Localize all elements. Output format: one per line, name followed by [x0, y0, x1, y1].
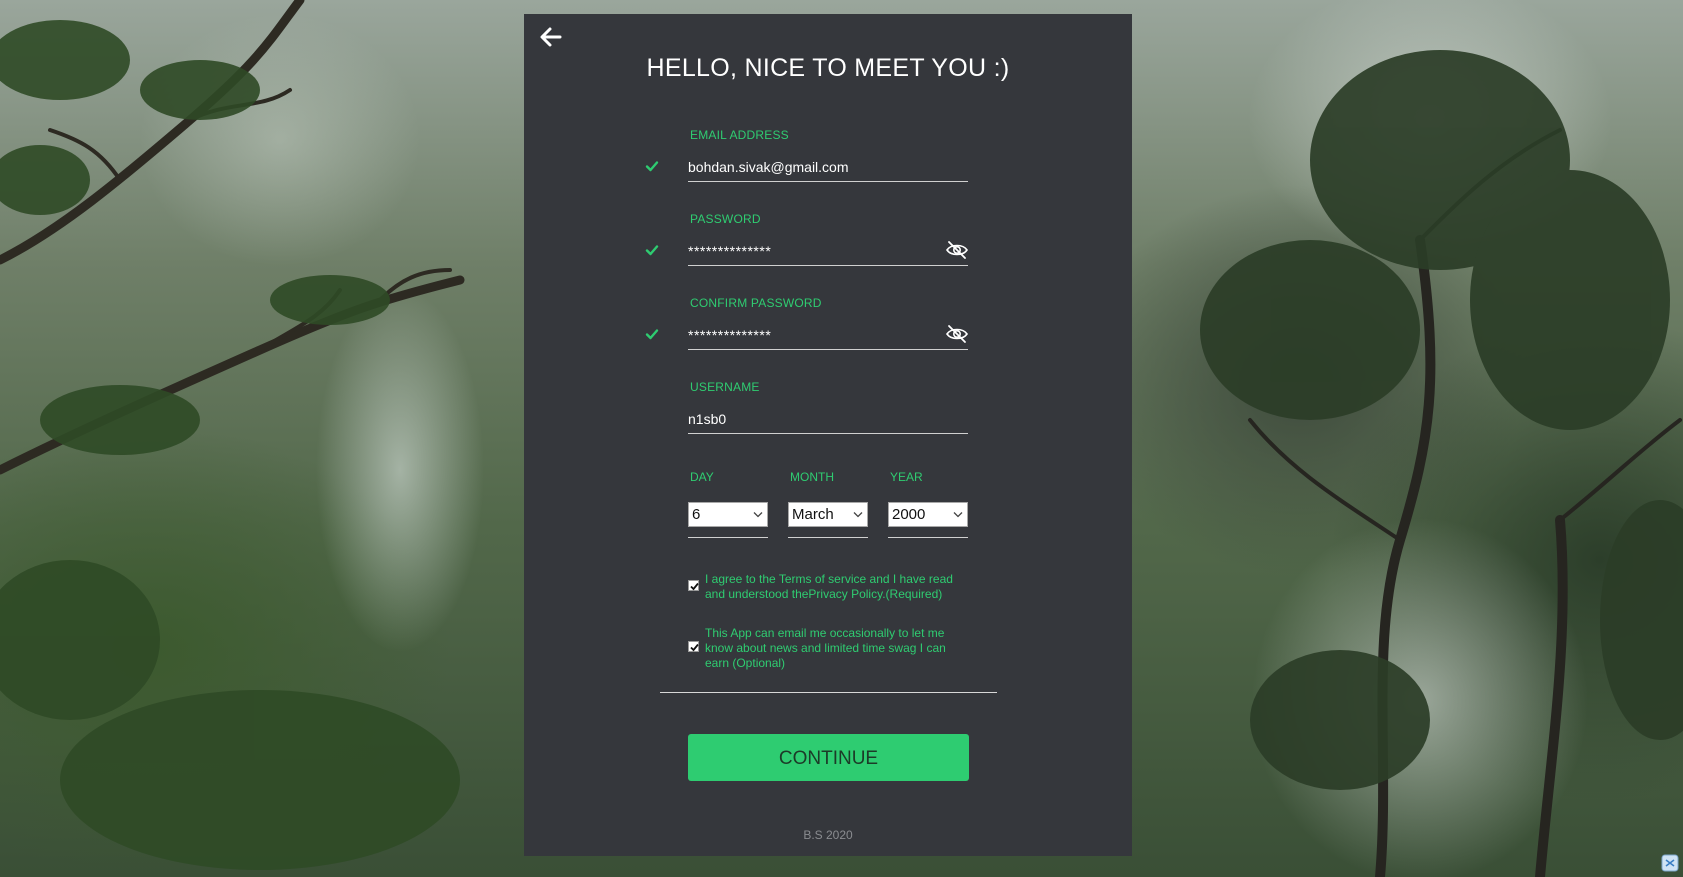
signup-panel: HELLO, NICE TO MEET YOU :) EMAIL ADDRESS… [524, 14, 1132, 856]
password-field[interactable] [688, 236, 968, 266]
confirm-password-label: CONFIRM PASSWORD [690, 296, 822, 310]
year-label: YEAR [890, 470, 923, 484]
day-label: DAY [690, 470, 714, 484]
year-select[interactable]: 2000 [888, 502, 968, 527]
chevron-down-icon [953, 512, 963, 518]
continue-button[interactable]: CONTINUE [688, 734, 969, 781]
chevron-down-icon [753, 512, 763, 518]
checkmark-icon [690, 582, 699, 591]
password-check-icon [645, 245, 659, 256]
terms-text: I agree to the Terms of service and I ha… [705, 572, 970, 602]
month-select-value: March [792, 506, 834, 523]
back-button[interactable] [538, 24, 564, 50]
email-opt-in-text: This App can email me occasionally to le… [705, 626, 970, 671]
day-select-value: 6 [692, 506, 701, 523]
confirm-password-check-icon [645, 329, 659, 340]
username-field[interactable] [688, 404, 968, 434]
confirm-password-field[interactable] [688, 320, 968, 350]
day-select-wrapper: 6 [688, 502, 768, 538]
page-title: HELLO, NICE TO MEET YOU :) [646, 54, 1010, 82]
checkmark-icon [690, 643, 699, 652]
tray-icon[interactable] [1660, 852, 1680, 874]
month-select-wrapper: March [788, 502, 868, 538]
year-select-value: 2000 [892, 506, 926, 523]
email-check-icon [645, 161, 659, 172]
email-opt-in-line-2: know about news and limited time swag I … [705, 641, 946, 655]
email-opt-in-checkbox[interactable] [688, 641, 699, 652]
month-select[interactable]: March [788, 502, 868, 527]
terms-checkbox[interactable] [688, 580, 699, 591]
eye-hidden-icon [946, 325, 968, 343]
email-field[interactable] [688, 152, 968, 182]
email-label: EMAIL ADDRESS [690, 128, 789, 142]
back-arrow-icon [540, 27, 562, 47]
month-label: MONTH [790, 470, 834, 484]
terms-text-line-1: I agree to the Terms of service and I ha… [705, 572, 953, 586]
day-select[interactable]: 6 [688, 502, 768, 527]
terms-text-line-2: and understood thePrivacy Policy.(Requir… [705, 587, 943, 601]
password-label: PASSWORD [690, 212, 761, 226]
chevron-down-icon [853, 512, 863, 518]
username-label: USERNAME [690, 380, 760, 394]
eye-hidden-icon [946, 241, 968, 259]
divider [660, 692, 997, 693]
password-visibility-toggle[interactable] [945, 240, 969, 260]
confirm-password-visibility-toggle[interactable] [945, 324, 969, 344]
footer-text: B.S 2020 [803, 828, 853, 842]
email-opt-in-line-1: This App can email me occasionally to le… [705, 626, 945, 640]
email-opt-in-line-3: earn (Optional) [705, 656, 786, 670]
year-select-wrapper: 2000 [888, 502, 968, 538]
